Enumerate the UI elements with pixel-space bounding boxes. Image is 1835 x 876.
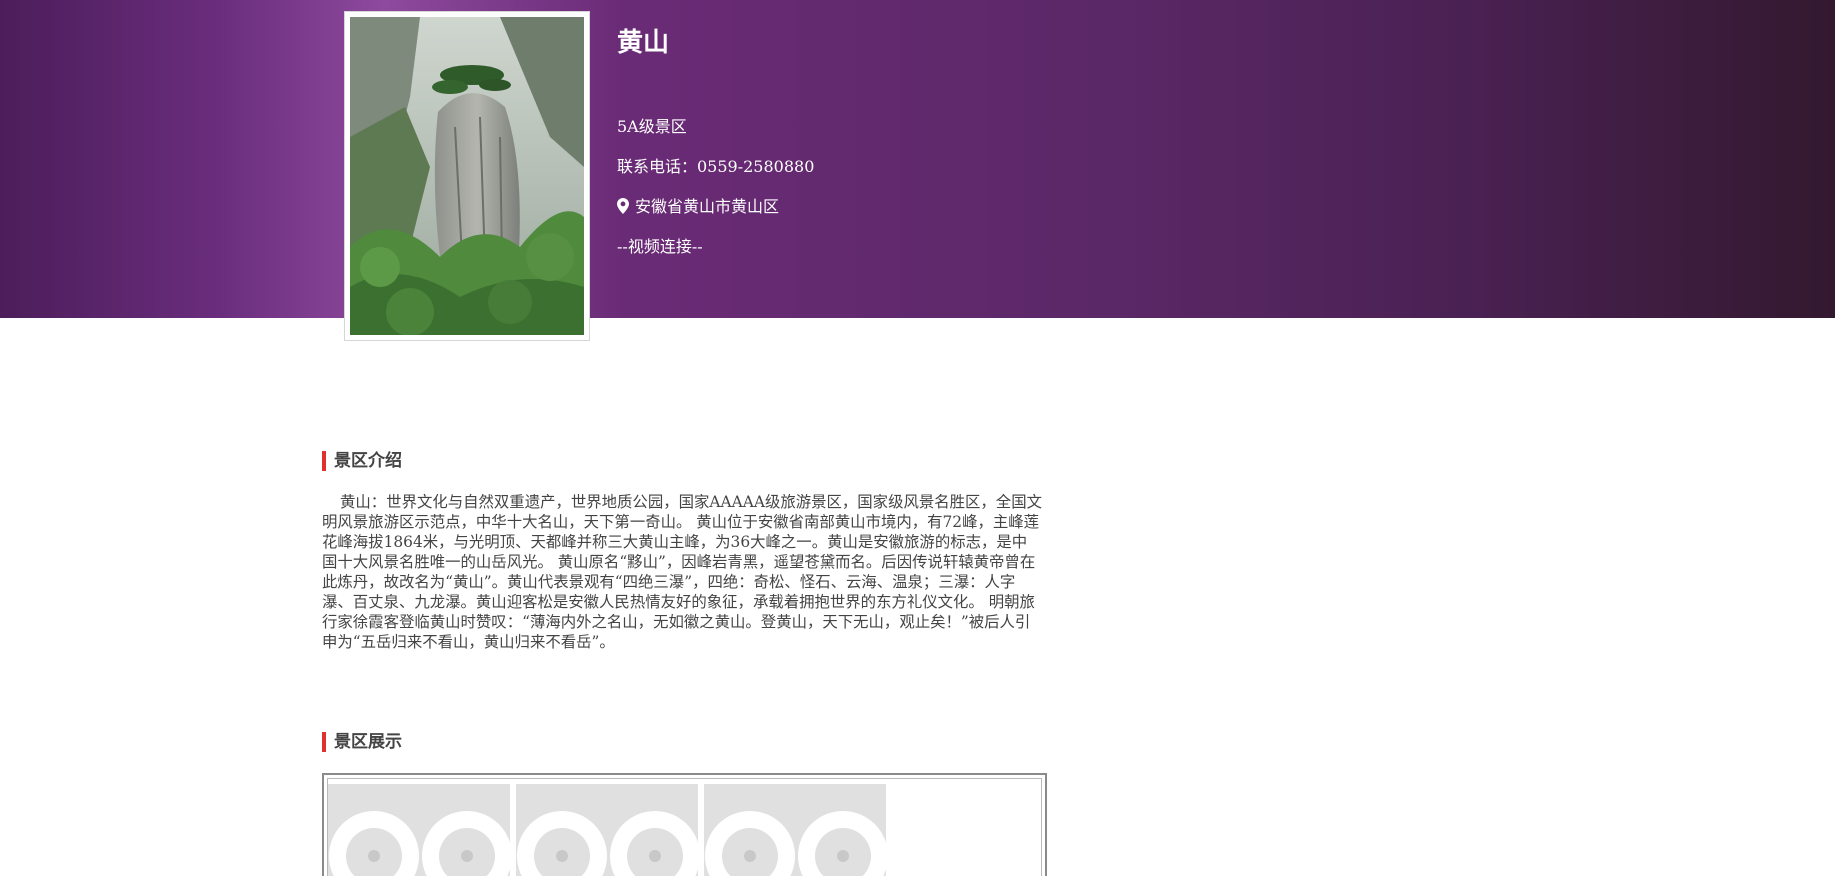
map-marker-icon — [617, 198, 629, 220]
image-placeholder-icon — [329, 811, 510, 876]
contact-phone: 联系电话：0559-2580880 — [617, 157, 815, 176]
gallery-thumbnail[interactable] — [516, 784, 698, 876]
intro-text: 黄山：世界文化与自然双重遗产，世界地质公园，国家AAAAA级旅游景区，国家级风景… — [322, 493, 1042, 651]
hero-banner: 黄山 5A级景区 联系电话：0559-2580880 安徽省黄山市黄山区 --视… — [0, 0, 1835, 318]
scenic-name: 黄山 — [617, 28, 670, 58]
gallery-thumbnail[interactable] — [328, 784, 510, 876]
scenic-photo — [345, 12, 589, 340]
address-text: 安徽省黄山市黄山区 — [635, 197, 780, 216]
scenic-level: 5A级景区 — [617, 117, 687, 136]
gallery-thumbnail[interactable] — [704, 784, 886, 876]
image-placeholder-icon — [705, 811, 886, 876]
video-link[interactable]: --视频连接-- — [617, 236, 703, 258]
scenic-detail-page: 黄山 5A级景区 联系电话：0559-2580880 安徽省黄山市黄山区 --视… — [0, 0, 1835, 876]
gallery-frame — [322, 773, 1047, 876]
gallery-strip — [327, 778, 1042, 876]
intro-section-title: 景区介绍 — [322, 451, 402, 471]
gallery-section-title: 景区展示 — [322, 732, 402, 752]
scenic-address: 安徽省黄山市黄山区 — [617, 196, 779, 220]
image-placeholder-icon — [517, 811, 698, 876]
